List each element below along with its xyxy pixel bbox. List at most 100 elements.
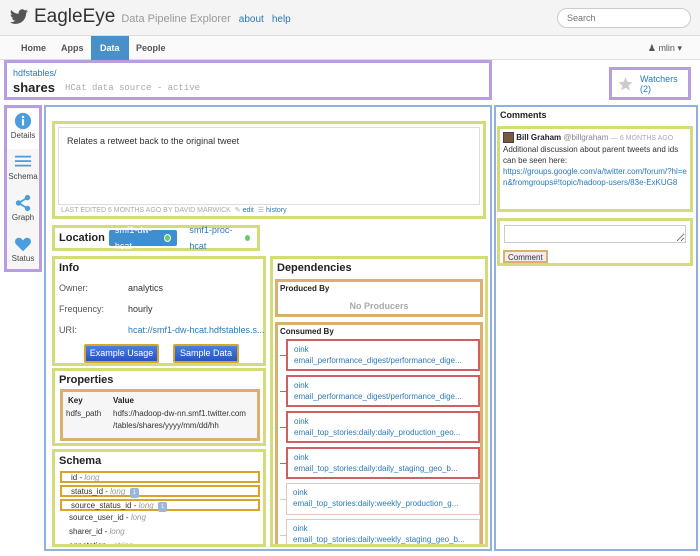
logo[interactable]: EagleEye Data Pipeline Explorer about he…: [9, 6, 291, 28]
uri-value[interactable]: hcat://smf1-dw-hcat.hdfstables.s...: [128, 325, 265, 335]
comment-time-sep: —: [610, 135, 618, 142]
uri-label: URI:: [59, 325, 77, 335]
no-producers-text: No Producers: [349, 301, 409, 311]
consumer-job: email_top_stories:daily:weekly_productio…: [293, 499, 459, 508]
location-option-proc[interactable]: smf1-proc-hcat: [183, 225, 257, 251]
consumer-job: email_top_stories:daily:daily_production…: [294, 428, 461, 437]
sample-data-button[interactable]: Sample Data: [173, 344, 239, 363]
key-header: Key: [68, 396, 83, 405]
graph-icon: [15, 194, 31, 212]
comments-title: Comments: [500, 110, 547, 120]
watchers-button[interactable]: Watchers (2): [609, 67, 691, 100]
field-badge: 1: [157, 502, 168, 512]
schema-field[interactable]: annotation - string: [60, 541, 133, 547]
comment-author[interactable]: Bill Graham: [516, 133, 561, 142]
breadcrumb[interactable]: hdfstables/: [13, 68, 57, 78]
comment-text: Additional discussion about parent tweet…: [503, 145, 679, 165]
info-title: Info: [59, 262, 80, 274]
comment-input[interactable]: [504, 225, 686, 243]
schema-field[interactable]: status_id - long 1: [60, 485, 260, 498]
app-name: EagleEye: [34, 6, 116, 27]
field-type: long: [84, 473, 100, 482]
field-name: status_id: [71, 487, 104, 496]
history-icon: ☰: [257, 207, 265, 214]
property-value-line2: /tables/shares/yyyy/mm/dd/hh: [113, 421, 219, 430]
field-name: id: [71, 473, 78, 482]
schema-field[interactable]: source_user_id - long: [60, 513, 146, 525]
field-type: long: [138, 501, 154, 510]
comment-item: Bill Graham @billgraham — 6 MONTHS AGO A…: [497, 126, 693, 212]
owner-row: Owner: analytics: [59, 283, 163, 293]
rail-item-schema[interactable]: Schema: [7, 150, 39, 190]
tab-home[interactable]: Home: [12, 36, 55, 60]
star-icon: [618, 76, 633, 90]
frequency-value: hourly: [128, 304, 153, 314]
frequency-label: Frequency:: [59, 304, 105, 314]
consumer-job: email_performance_digest/performance_dig…: [294, 356, 462, 365]
field-name: annotation: [69, 541, 107, 547]
schema-section: Schema id - long status_id - long 1 sour…: [52, 449, 266, 547]
dependencies-section: Dependencies Produced By No Producers Co…: [270, 256, 488, 547]
consumer-app: oink: [294, 381, 309, 390]
owner-label: Owner:: [59, 283, 89, 293]
schema-field[interactable]: source_status_id - long 1: [60, 499, 260, 512]
properties-section: Properties Key Value hdfs_path hdfs://ha…: [52, 368, 266, 446]
property-value-line1: hdfs://hadoop-dw-nn.smf1.twitter.com: [113, 409, 246, 418]
produced-by-label: Produced By: [280, 284, 330, 293]
location-option-dw[interactable]: smf1-dw-hcat: [108, 225, 178, 251]
field-type: long: [130, 513, 146, 522]
consumer-item[interactable]: oink email_performance_digest/performanc…: [286, 375, 480, 407]
description-text[interactable]: Relates a retweet back to the original t…: [58, 127, 480, 205]
schema-field[interactable]: id - long: [60, 471, 260, 483]
edit-link[interactable]: edit: [243, 207, 254, 214]
dependencies-title: Dependencies: [277, 262, 352, 274]
consumer-job: email_performance_digest/performance_dig…: [294, 392, 462, 401]
field-type: long: [110, 487, 126, 496]
comment-button[interactable]: Comment: [503, 250, 548, 263]
info-icon: [14, 112, 32, 130]
rail-item-graph[interactable]: Graph: [7, 191, 39, 231]
uri-row: URI: hcat://smf1-dw-hcat.hdfstables.s...: [59, 325, 265, 335]
rail-item-details[interactable]: Details: [7, 109, 39, 149]
value-header: Value: [113, 396, 134, 405]
main-nav: Home Apps Data People ♟ mlin ▾: [0, 36, 700, 60]
rail-item-status[interactable]: Status: [7, 232, 39, 272]
consumer-item[interactable]: oink email_top_stories:daily:daily_produ…: [286, 411, 480, 443]
consumer-item[interactable]: oink email_performance_digest/performanc…: [286, 339, 480, 371]
example-usage-button[interactable]: Example Usage: [84, 344, 159, 363]
heart-icon: [15, 237, 31, 252]
page-title: shares: [13, 80, 55, 95]
comment-time: 6 MONTHS AGO: [619, 135, 674, 142]
side-rail: Details Schema Graph Status: [4, 105, 42, 272]
comment-link[interactable]: https://groups.google.com/a/twitter.com/…: [503, 167, 687, 187]
description-meta: LAST EDITED 6 MONTHS AGO BY DAVID MARWIC…: [61, 206, 287, 214]
consumer-job: email_top_stories:daily:weekly_staging_g…: [293, 535, 465, 544]
help-link[interactable]: help: [272, 14, 291, 25]
history-link[interactable]: history: [266, 207, 287, 214]
comment-header: Bill Graham @billgraham — 6 MONTHS AGO: [503, 132, 687, 144]
consumer-item[interactable]: oink email_top_stories:daily:weekly_stag…: [286, 519, 480, 544]
properties-title: Properties: [59, 374, 114, 386]
status-dot-icon: [164, 234, 172, 242]
twitter-bird-icon: [9, 9, 28, 24]
consumer-app: oink: [293, 524, 308, 533]
consumer-item[interactable]: oink email_top_stories:daily:daily_stagi…: [286, 447, 480, 479]
schema-title: Schema: [59, 455, 102, 467]
consumer-item[interactable]: oink email_top_stories:daily:weekly_prod…: [286, 483, 480, 515]
tab-data[interactable]: Data: [91, 36, 129, 60]
consumer-app: oink: [293, 488, 308, 497]
status-dot-icon: [243, 234, 251, 242]
location-bar: Location smf1-dw-hcat smf1-proc-hcat: [52, 225, 260, 251]
tab-people[interactable]: People: [127, 36, 175, 60]
rail-label-graph: Graph: [11, 213, 35, 222]
consumer-job: email_top_stories:daily:daily_staging_ge…: [294, 464, 458, 473]
consumer-app: oink: [294, 417, 309, 426]
comment-handle[interactable]: @billgraham: [563, 133, 608, 142]
search-input[interactable]: [557, 8, 691, 28]
about-link[interactable]: about: [239, 14, 264, 25]
consumed-by-label: Consumed By: [280, 327, 334, 336]
tab-apps[interactable]: Apps: [52, 36, 93, 60]
schema-field[interactable]: sharer_id - long: [60, 527, 125, 539]
page-header: hdfstables/ shares HCat data source - ac…: [4, 60, 492, 100]
user-menu[interactable]: ♟ mlin ▾: [648, 36, 682, 60]
